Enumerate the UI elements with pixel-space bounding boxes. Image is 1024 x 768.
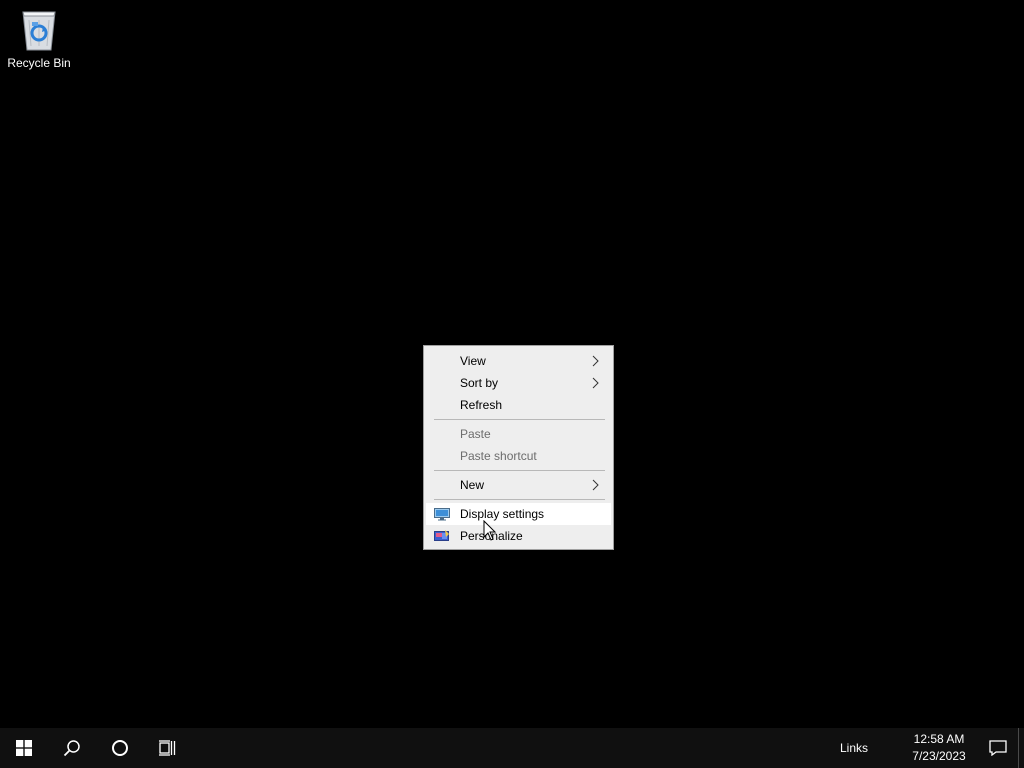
- menu-separator: [434, 419, 605, 420]
- recycle-bin-icon: [22, 11, 56, 51]
- menu-item-label: Display settings: [460, 507, 545, 521]
- chevron-right-icon: [592, 479, 599, 491]
- menu-item-sort-by[interactable]: Sort by: [426, 372, 611, 394]
- links-toolbar-label: Links: [839, 741, 868, 755]
- search-icon: [63, 740, 80, 757]
- taskbar-clock[interactable]: 12:58 AM 7/23/2023: [900, 728, 978, 768]
- recycle-bin-shortcut[interactable]: Recycle Bin: [4, 6, 74, 74]
- display-icon: [434, 508, 450, 521]
- start-button[interactable]: [0, 728, 48, 768]
- cortana-circle-icon: [112, 740, 128, 756]
- clock-date: 7/23/2023: [912, 749, 966, 763]
- menu-item-label: View: [460, 354, 486, 368]
- menu-item-label: Paste shortcut: [460, 449, 537, 463]
- menu-item-label: Sort by: [460, 376, 499, 390]
- search-button[interactable]: [48, 728, 96, 768]
- cortana-button[interactable]: [96, 728, 144, 768]
- menu-item-label: Refresh: [460, 398, 503, 412]
- chevron-right-icon: [592, 355, 599, 367]
- menu-item-refresh[interactable]: Refresh: [426, 394, 611, 416]
- menu-item-view[interactable]: View: [426, 350, 611, 372]
- menu-item-label: New: [460, 478, 485, 492]
- menu-item-personalize[interactable]: Personalize: [426, 525, 611, 547]
- windows-logo-icon: [16, 740, 32, 756]
- chevron-right-icon: [592, 377, 599, 389]
- menu-separator: [434, 470, 605, 471]
- menu-separator: [434, 499, 605, 500]
- personalize-icon: [434, 530, 449, 541]
- menu-item-label: Paste: [460, 427, 491, 441]
- recycle-bin-label: Recycle Bin: [7, 56, 71, 70]
- menu-item-new[interactable]: New: [426, 474, 611, 496]
- action-center-icon: [989, 740, 1007, 756]
- desktop[interactable]: Recycle Bin View Sort by Refresh Paste P…: [0, 0, 1024, 728]
- mouse-pointer-icon: [483, 520, 497, 541]
- links-toolbar[interactable]: Links: [830, 728, 878, 768]
- action-center-button[interactable]: [978, 728, 1018, 768]
- task-view-icon: [159, 740, 176, 756]
- menu-item-paste: Paste: [426, 423, 611, 445]
- menu-item-paste-shortcut: Paste shortcut: [426, 445, 611, 467]
- clock-time: 12:58 AM: [913, 732, 965, 746]
- task-view-button[interactable]: [144, 728, 192, 768]
- desktop-context-menu: View Sort by Refresh Paste Paste shortcu…: [423, 345, 614, 550]
- show-desktop-button[interactable]: [1018, 728, 1024, 768]
- menu-item-display-settings[interactable]: Display settings: [426, 503, 611, 525]
- taskbar: Links 12:58 AM 7/23/2023: [0, 728, 1024, 768]
